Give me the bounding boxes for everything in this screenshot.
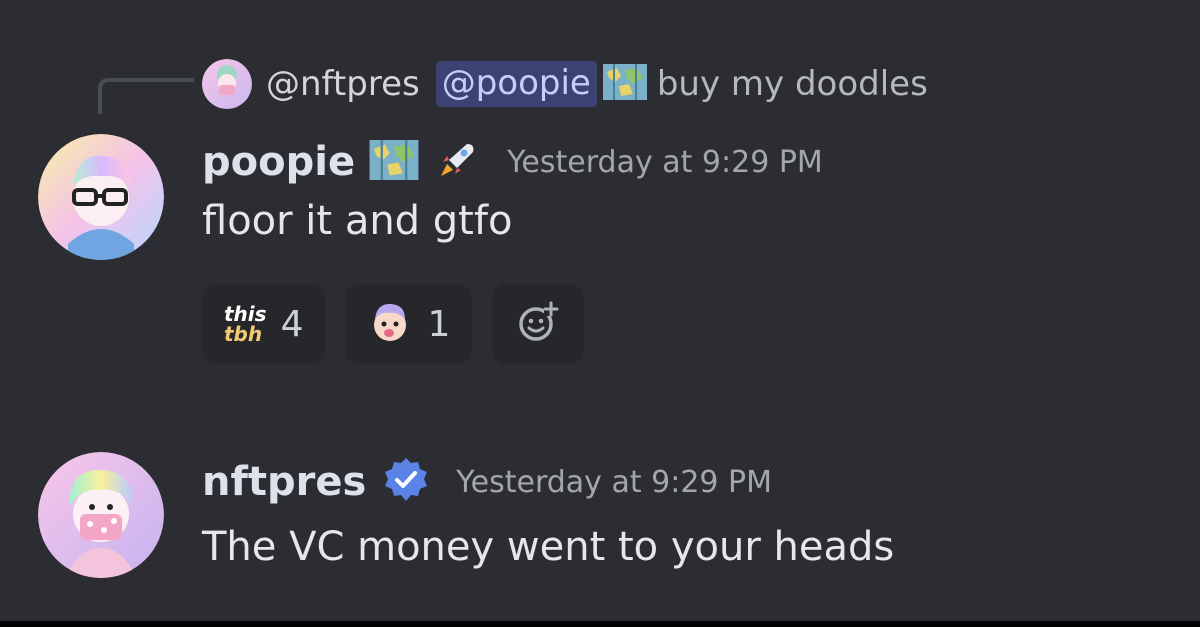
nftpres-avatar[interactable] bbox=[38, 452, 164, 578]
message-2-timestamp[interactable]: Yesterday at 9:29 PM bbox=[456, 465, 772, 500]
reply-reference[interactable]: @nftpres @poopie buy my doodles bbox=[202, 56, 928, 112]
poopie-avatar[interactable] bbox=[38, 134, 164, 260]
add-emoji-icon bbox=[516, 300, 560, 348]
message-1-header: poopie Yesterday at 9:29 PM bbox=[202, 134, 823, 190]
message-1-timestamp[interactable]: Yesterday at 9:29 PM bbox=[507, 145, 823, 180]
reply-connector bbox=[98, 78, 194, 114]
reaction-count: 1 bbox=[427, 303, 451, 345]
nftpres-avatar-small-icon bbox=[202, 59, 252, 109]
message-2-text: The VC money went to your heads bbox=[202, 524, 895, 570]
doodle-face-emoji-icon bbox=[367, 299, 413, 349]
rocket-icon bbox=[437, 140, 477, 184]
reply-text: buy my doodles bbox=[656, 64, 928, 104]
reaction-doodle-face[interactable]: 1 bbox=[345, 284, 473, 364]
bottom-edge bbox=[0, 621, 1200, 627]
reply-avatar[interactable] bbox=[202, 59, 252, 109]
reply-author[interactable]: @nftpres bbox=[266, 64, 420, 104]
poopie-avatar-icon bbox=[38, 134, 164, 260]
this-tbh-emoji-icon: this tbh bbox=[224, 302, 267, 346]
reply-mention[interactable]: @poopie bbox=[435, 61, 597, 107]
reaction-this-tbh[interactable]: this tbh 4 bbox=[202, 284, 326, 364]
reaction-count: 4 bbox=[280, 303, 304, 345]
username-poopie[interactable]: poopie bbox=[202, 139, 355, 185]
verified-badge-icon bbox=[382, 456, 430, 508]
message-1-text: floor it and gtfo bbox=[202, 198, 513, 244]
map-flag-icon bbox=[369, 140, 419, 184]
add-reaction-button[interactable] bbox=[492, 284, 585, 364]
username-nftpres[interactable]: nftpres bbox=[202, 459, 366, 505]
nftpres-avatar-icon bbox=[38, 452, 164, 578]
message-2-header: nftpres Yesterday at 9:29 PM bbox=[202, 454, 772, 510]
reactions-bar: this tbh 4 1 bbox=[202, 284, 585, 364]
map-flag-icon bbox=[602, 64, 647, 104]
